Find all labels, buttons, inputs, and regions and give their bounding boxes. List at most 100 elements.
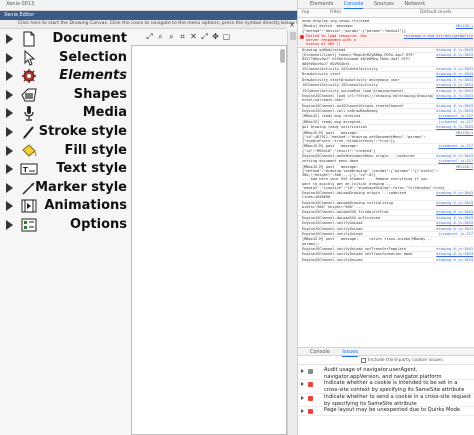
chevron-right-icon[interactable]	[301, 382, 304, 386]
source-link[interactable]: drawing-0.js:3643	[436, 201, 473, 205]
source-link[interactable]: drawing-0.js:3643	[436, 125, 473, 129]
menu-item-fill-style[interactable]: Fill style	[0, 142, 132, 160]
source-link[interactable]: drawing-0.js:3643	[436, 221, 473, 225]
source-link[interactable]: drawing-0.js:3643	[436, 78, 473, 82]
menu-item-stroke-style[interactable]: Stroke style	[0, 123, 132, 141]
chevron-right-icon[interactable]	[301, 369, 304, 373]
expand-arrow-icon[interactable]	[6, 220, 13, 230]
expand-icon[interactable]: ⤢	[200, 32, 209, 41]
expand-arrow-icon[interactable]	[6, 52, 13, 63]
expand-arrow-icon[interactable]	[6, 89, 13, 100]
console-message: [MBoxJS] ready msg received	[302, 114, 361, 119]
issue-row[interactable]: Page layout may be unexpected due to Qui…	[298, 407, 474, 416]
editor-scrollbar[interactable]	[287, 30, 297, 435]
console-message: EngineJSChannel.doLoadSVG onFinished	[302, 215, 380, 220]
issue-text: Audit usage of navigator.userAgent, navi…	[324, 367, 442, 380]
menu-item-shapes[interactable]: Shapes	[0, 86, 132, 104]
third-party-checkbox[interactable]	[361, 358, 366, 363]
console-message: [MBoxJS-M] post message: {"id":487911,"m…	[302, 130, 426, 143]
issue-row[interactable]: Indicate whether to send a cookie in a c…	[298, 394, 474, 407]
source-link[interactable]: jschannel.js:227	[438, 232, 473, 236]
expand-arrow-icon[interactable]	[6, 34, 13, 44]
source-link[interactable]: drawing-0.js:3643	[436, 258, 473, 262]
console-message: EngineJSChannel.notifyOnLoad	[302, 221, 363, 226]
menu-item-selection[interactable]: Selection	[0, 49, 132, 67]
filter-input[interactable]: Filter	[330, 10, 341, 15]
source-link[interactable]: drawing-0.js:3643	[436, 72, 473, 76]
source-link[interactable]: drawing-0.js:3643	[436, 210, 473, 214]
grid-icon[interactable]: ⌗	[178, 32, 187, 41]
log-levels-dropdown[interactable]: Default levels	[420, 10, 452, 15]
source-link[interactable]: drawing-0.js:3643	[436, 154, 473, 158]
expand-arrow-icon[interactable]	[6, 164, 13, 175]
menu-item-text-style[interactable]: T Text style	[0, 160, 132, 178]
editor-hint-bar: Click here to start the Drawing Canvas. …	[0, 20, 322, 29]
zoom-in-icon[interactable]: ⌕	[156, 32, 165, 41]
source-link[interactable]: testpage-e-dnd.sit/dev/getNoFile	[404, 34, 473, 38]
devtools-tab-elements[interactable]: Elements	[310, 1, 333, 7]
menu-item-marker-style[interactable]: Marker style	[0, 179, 132, 197]
console-message: EngineJSChannel.notifyOnLoad setTransfor…	[302, 252, 413, 257]
menu-item-animations[interactable]: Animations	[0, 197, 132, 215]
chevron-right-icon[interactable]	[301, 409, 304, 413]
expand-arrow-icon[interactable]	[6, 201, 13, 212]
source-link[interactable]: drawing-0.js:3643	[436, 53, 473, 57]
chevron-right-icon[interactable]	[301, 396, 304, 400]
zoom-out-icon[interactable]: ⌕	[167, 32, 176, 41]
console-message: EngineJSChannel.call onDrawBoxReady	[302, 109, 378, 113]
drawer-tab-issues[interactable]: Issues	[342, 349, 358, 357]
source-link[interactable]: drawing-0.js:3643	[436, 252, 473, 256]
source-link[interactable]: drawing-0.js:3643	[436, 83, 473, 87]
source-link[interactable]: drawing-0.js:3643	[436, 104, 473, 108]
zoom-fit-icon[interactable]: ⤢	[145, 32, 154, 41]
move-icon[interactable]: ✥	[211, 32, 220, 41]
source-link[interactable]: drawing-0.js:3643	[436, 48, 473, 52]
source-link[interactable]: drawing-0.js:3643	[436, 216, 473, 220]
source-link[interactable]: VM1128:1	[456, 165, 473, 169]
source-link[interactable]: drawing-0.js:3643	[436, 94, 473, 98]
expand-arrow-icon[interactable]	[6, 108, 13, 119]
devtools-tab-sources[interactable]: Sources	[374, 1, 394, 7]
source-link[interactable]: jschannel.js:227	[438, 120, 473, 124]
menu-item-label: Elements	[59, 68, 127, 84]
drawer-tab-console[interactable]: Console	[310, 349, 330, 355]
source-link[interactable]: drawing-0.js:3643	[436, 109, 473, 113]
console-message: [MBoxJS] ready msg accepted.	[302, 119, 363, 124]
devtools-tab-console[interactable]: Console	[343, 1, 363, 9]
expand-arrow-icon[interactable]	[6, 182, 13, 193]
source-link[interactable]: drawing-0.js:3643	[436, 191, 473, 195]
menu-item-elements[interactable]: Elements	[0, 67, 132, 85]
expand-arrow-icon[interactable]	[6, 127, 13, 137]
source-link[interactable]: VM1128:1	[456, 24, 473, 28]
text-icon: T	[20, 161, 38, 177]
canvas-mini-scrollbar[interactable]	[280, 49, 285, 63]
issue-row[interactable]: Indicate whether a cookie is intended to…	[298, 380, 474, 394]
source-link[interactable]: drawing-0.js:3643	[436, 227, 473, 231]
scrollbar-thumb[interactable]	[290, 32, 296, 40]
menu-item-document[interactable]: Document	[0, 30, 132, 48]
cross-icon[interactable]: ✕	[189, 32, 198, 41]
expand-arrow-icon[interactable]	[6, 145, 13, 156]
source-link[interactable]: jschannel.js:227	[438, 159, 473, 163]
menu-item-media[interactable]: Media	[0, 104, 132, 122]
browser-tab-title[interactable]: Xenia 0013	[6, 1, 34, 7]
console-message: EngineJSChannel.doLoadDrawing initializi…	[302, 200, 393, 209]
menu-item-label: Animations	[44, 198, 127, 214]
issue-row[interactable]: Audit usage of navigator.userAgent, navi…	[298, 367, 474, 380]
source-link[interactable]: VM1128:1	[456, 131, 473, 135]
source-link[interactable]: drawing-0.js:3643	[436, 67, 473, 71]
devtools-tab-network[interactable]: Network	[404, 1, 425, 7]
menu-item-label: Options	[70, 217, 127, 232]
frame-icon[interactable]: ▢	[222, 32, 231, 41]
editor-titlebar: Xenia Editor	[0, 11, 297, 20]
menu-item-options[interactable]: Options	[0, 216, 132, 234]
source-link[interactable]: drawing-0.js:3643	[436, 247, 473, 251]
console-message: EngineJSChannel.doLoadSVG fileObjectFree	[302, 210, 389, 215]
close-icon[interactable]: ×	[288, 21, 296, 29]
expand-arrow-icon[interactable]	[6, 71, 13, 82]
source-link[interactable]: jschannel.js:227	[438, 114, 473, 118]
drawing-canvas[interactable]	[131, 45, 287, 435]
source-link[interactable]: drawing-0.js:3643	[436, 89, 473, 93]
context-selector[interactable]: top	[302, 10, 310, 15]
source-link[interactable]: jschannel.js:227	[438, 144, 473, 148]
